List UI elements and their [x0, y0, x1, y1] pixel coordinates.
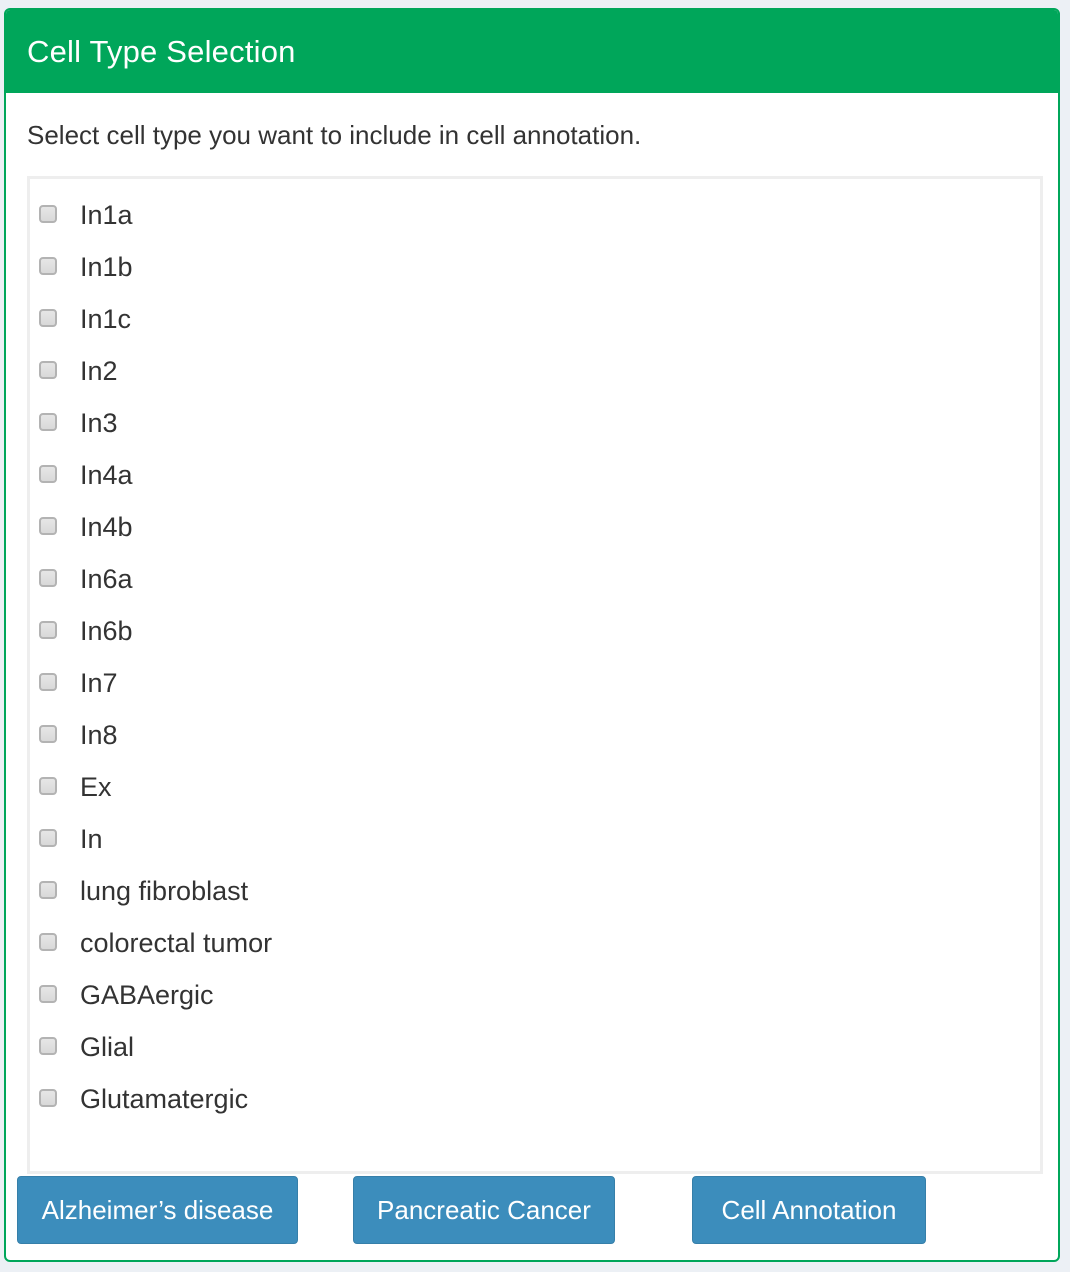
cell-type-checkbox-list[interactable]: Ex8 In1a In1b In1c In2 In3 In4a In4b In6a In6b In7…: [27, 176, 1043, 1174]
cell-type-option[interactable]: In4b: [30, 505, 1040, 557]
cell-type-label: In7: [80, 668, 118, 698]
cell-type-label: Glial: [80, 1032, 135, 1062]
cell-type-label: lung fibroblast: [80, 876, 249, 906]
cell-annotation-button[interactable]: Cell Annotation: [692, 1176, 926, 1244]
checkbox-icon[interactable]: [39, 361, 57, 379]
pancreatic-cancer-button[interactable]: Pancreatic Cancer: [353, 1176, 615, 1244]
cell-type-option[interactable]: In: [30, 817, 1040, 869]
checkbox-icon[interactable]: [39, 569, 57, 587]
cell-type-option[interactable]: In3: [30, 401, 1040, 453]
checkbox-icon[interactable]: [39, 1089, 57, 1107]
cell-type-option[interactable]: In4a: [30, 453, 1040, 505]
cell-type-label: In2: [80, 356, 118, 386]
cell-type-label: In1c: [80, 304, 132, 334]
cell-type-label: Ex8: [80, 179, 127, 180]
checkbox-icon[interactable]: [39, 881, 57, 899]
checkbox-icon[interactable]: [39, 933, 57, 951]
checkbox-icon[interactable]: [39, 985, 57, 1003]
cell-type-label: Glutamatergic: [80, 1084, 249, 1114]
cell-type-option[interactable]: In2: [30, 349, 1040, 401]
checkbox-icon[interactable]: [39, 517, 57, 535]
cell-type-option[interactable]: In7: [30, 661, 1040, 713]
cell-type-option[interactable]: In1b: [30, 245, 1040, 297]
alzheimers-disease-button[interactable]: Alzheimer’s disease: [17, 1176, 298, 1244]
panel-title: Cell Type Selection: [27, 34, 296, 69]
cell-type-label: In4b: [80, 512, 133, 542]
cell-type-label: GABAergic: [80, 980, 214, 1010]
instruction-text: Select cell type you want to include in …: [27, 120, 642, 150]
checkbox-icon[interactable]: [39, 673, 57, 691]
cell-type-label: Ex: [80, 772, 112, 802]
cell-type-option[interactable]: Glial: [30, 1025, 1040, 1077]
cell-type-label: In4a: [80, 460, 133, 490]
checkbox-icon[interactable]: [39, 465, 57, 483]
cell-type-option[interactable]: In1c: [30, 297, 1040, 349]
cell-type-label: colorectal tumor: [80, 928, 273, 958]
cell-type-option[interactable]: GABAergic: [30, 973, 1040, 1025]
cell-type-option[interactable]: Ex8: [30, 179, 1040, 193]
cell-type-option[interactable]: In6a: [30, 557, 1040, 609]
checkbox-icon[interactable]: [39, 205, 57, 223]
checkbox-icon[interactable]: [39, 725, 57, 743]
cell-type-option[interactable]: Ex: [30, 765, 1040, 817]
cell-type-label: In1b: [80, 252, 133, 282]
cell-type-list-content: Ex8 In1a In1b In1c In2 In3 In4a In4b In6a In6b In7…: [30, 179, 1040, 1129]
checkbox-icon[interactable]: [39, 621, 57, 639]
cell-type-label: In6b: [80, 616, 133, 646]
cell-type-label: In1a: [80, 200, 133, 230]
cell-type-option[interactable]: lung fibroblast: [30, 869, 1040, 921]
cell-type-label: In6a: [80, 564, 133, 594]
cell-type-option[interactable]: colorectal tumor: [30, 921, 1040, 973]
cell-type-selection-panel: Cell Type Selection Select cell type you…: [4, 8, 1060, 1262]
cell-type-label: In8: [80, 720, 118, 750]
checkbox-icon[interactable]: [39, 829, 57, 847]
checkbox-icon[interactable]: [39, 413, 57, 431]
panel-header: Cell Type Selection: [6, 10, 1058, 93]
checkbox-icon[interactable]: [39, 309, 57, 327]
cell-type-option[interactable]: In8: [30, 713, 1040, 765]
checkbox-icon[interactable]: [39, 777, 57, 795]
cell-type-label: In: [80, 824, 103, 854]
cell-type-option[interactable]: In6b: [30, 609, 1040, 661]
cell-type-option[interactable]: Glutamatergic: [30, 1077, 1040, 1129]
cell-type-label: In3: [80, 408, 118, 438]
checkbox-icon[interactable]: [39, 1037, 57, 1055]
cell-type-option[interactable]: In1a: [30, 193, 1040, 245]
checkbox-icon[interactable]: [39, 257, 57, 275]
